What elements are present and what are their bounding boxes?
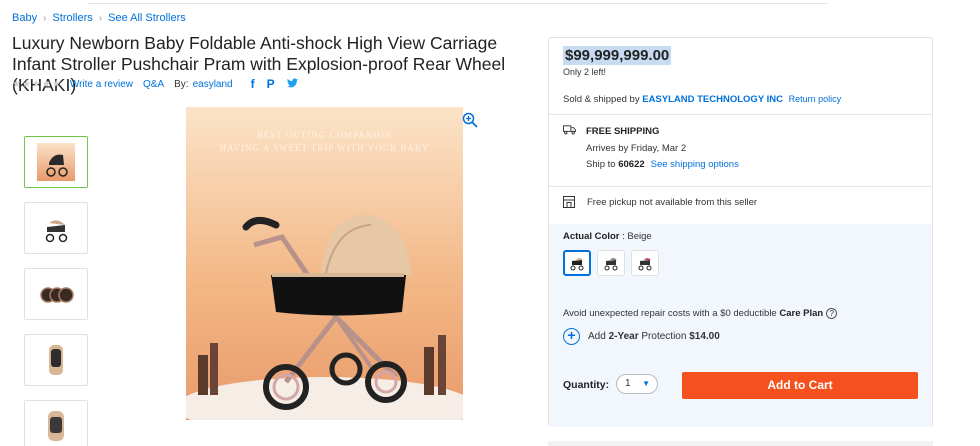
zip-code[interactable]: 60622 bbox=[618, 159, 644, 170]
top-banner bbox=[88, 0, 828, 4]
thumbnail-seat-back[interactable] bbox=[24, 400, 88, 446]
quantity-label: Quantity: bbox=[563, 379, 610, 391]
price-box: $99,999,999.00 Only 2 left! bbox=[563, 46, 672, 77]
seller-link[interactable]: EASYLAND TECHNOLOGY INC bbox=[642, 94, 783, 105]
truck-icon bbox=[563, 125, 576, 135]
offer-panel: $99,999,999.00 Only 2 left! Sold & shipp… bbox=[548, 37, 933, 427]
store-icon bbox=[563, 196, 575, 208]
price: $99,999,999.00 bbox=[563, 46, 672, 65]
care-plan-text: Avoid unexpected repair costs with a $0 … bbox=[563, 308, 838, 319]
pickup-info: Free pickup not available from this sell… bbox=[563, 196, 757, 208]
next-panel-edge bbox=[548, 441, 933, 446]
plus-circle-icon[interactable]: + bbox=[563, 328, 580, 345]
rating-stars[interactable]: ★★★★★ bbox=[12, 79, 62, 90]
return-policy-link[interactable]: Return policy bbox=[789, 94, 842, 104]
main-product-image[interactable]: BEST OUTING COMPANION HAVING A SWEET TRI… bbox=[186, 107, 463, 420]
twitter-icon[interactable] bbox=[286, 77, 298, 91]
care-plan-section: Avoid unexpected repair costs with a $0 … bbox=[549, 290, 932, 357]
color-swatches bbox=[563, 250, 659, 276]
protection-option[interactable]: + Add 2-Year Protection $14.00 bbox=[563, 328, 720, 345]
sold-by: Sold & shipped by EASYLAND TECHNOLOGY IN… bbox=[563, 94, 842, 105]
chevron-down-icon: ▼ bbox=[642, 379, 650, 388]
question-icon[interactable]: ? bbox=[826, 308, 838, 319]
brand-link[interactable]: easyland bbox=[193, 79, 233, 90]
color-swatch-gray[interactable] bbox=[597, 250, 625, 276]
thumbnail-wheels[interactable] bbox=[24, 268, 88, 320]
thumbnail-stroller-front[interactable] bbox=[24, 136, 88, 188]
chevron-right-icon: › bbox=[43, 12, 47, 24]
breadcrumb: Baby › Strollers › See All Strollers bbox=[12, 12, 186, 24]
qa-link[interactable]: Q&A bbox=[143, 79, 164, 90]
color-selector: Actual Color : Beige bbox=[549, 224, 932, 290]
breadcrumb-strollers[interactable]: Strollers bbox=[52, 12, 92, 24]
purchase-section: Quantity: 1 ▼ Add to Cart bbox=[549, 357, 932, 427]
social-share: f P bbox=[251, 77, 298, 91]
zoom-icon[interactable] bbox=[462, 112, 478, 128]
color-swatch-pink[interactable] bbox=[631, 250, 659, 276]
shipping-options-link[interactable]: See shipping options bbox=[651, 159, 739, 170]
shipping-info: FREE SHIPPING Arrives by Friday, Mar 2 S… bbox=[563, 124, 739, 174]
divider bbox=[549, 114, 932, 115]
chevron-right-icon: › bbox=[98, 12, 103, 24]
pinterest-icon[interactable]: P bbox=[267, 77, 275, 91]
by-label: By: bbox=[174, 78, 189, 90]
divider bbox=[549, 186, 932, 187]
stock-status: Only 2 left! bbox=[563, 67, 607, 77]
color-swatch-beige[interactable] bbox=[563, 250, 591, 276]
arrival-date: Arrives by Friday, Mar 2 bbox=[586, 142, 687, 154]
free-shipping-label: FREE SHIPPING bbox=[586, 126, 660, 137]
breadcrumb-baby[interactable]: Baby bbox=[12, 12, 37, 24]
stroller-illustration bbox=[186, 214, 463, 420]
breadcrumb-see-all-strollers[interactable]: See All Strollers bbox=[108, 12, 186, 24]
product-meta-row: ★★★★★ Write a review Q&A By: easyland f … bbox=[12, 77, 298, 91]
color-label: Actual Color : Beige bbox=[563, 231, 652, 242]
thumbnail-list bbox=[24, 136, 88, 446]
facebook-icon[interactable]: f bbox=[251, 77, 255, 91]
thumbnail-stroller-side[interactable] bbox=[24, 202, 88, 254]
write-review-link[interactable]: Write a review bbox=[70, 79, 133, 90]
quantity-select[interactable]: 1 ▼ bbox=[616, 374, 658, 394]
add-to-cart-button[interactable]: Add to Cart bbox=[682, 372, 918, 399]
thumbnail-seat-top[interactable] bbox=[24, 334, 88, 386]
